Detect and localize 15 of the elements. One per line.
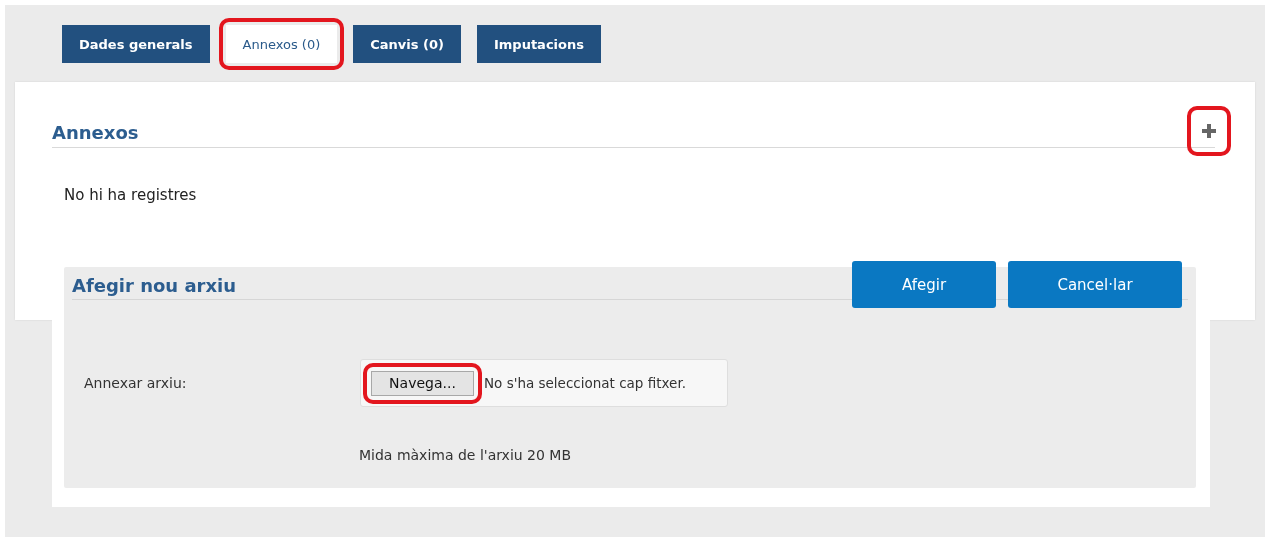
tab[interactable]: Annexos (0) <box>225 25 338 63</box>
browse-button[interactable]: Navega... <box>371 370 474 396</box>
section-title: Annexos <box>52 121 139 143</box>
tab[interactable]: Dades generals <box>62 25 210 63</box>
size-hint: Mida màxima de l'arxiu 20 MB <box>359 447 573 463</box>
file-input[interactable]: Navega... No s'ha seleccionat cap fitxer. <box>360 359 728 407</box>
empty-message: No hi ha registres <box>64 186 198 204</box>
tab[interactable]: Imputacions <box>476 25 601 63</box>
field-label: Annexar arxiu: <box>83 375 188 391</box>
dialog-title: Afegir nou arxiu <box>72 275 237 296</box>
add-button[interactable]: Afegir <box>852 261 996 308</box>
cancel-button[interactable]: Cancel·lar <box>1008 261 1182 308</box>
plus-icon[interactable] <box>1202 124 1216 138</box>
file-status: No s'ha seleccionat cap fitxer. <box>484 375 686 391</box>
tab[interactable]: Canvis (0) <box>353 25 461 63</box>
